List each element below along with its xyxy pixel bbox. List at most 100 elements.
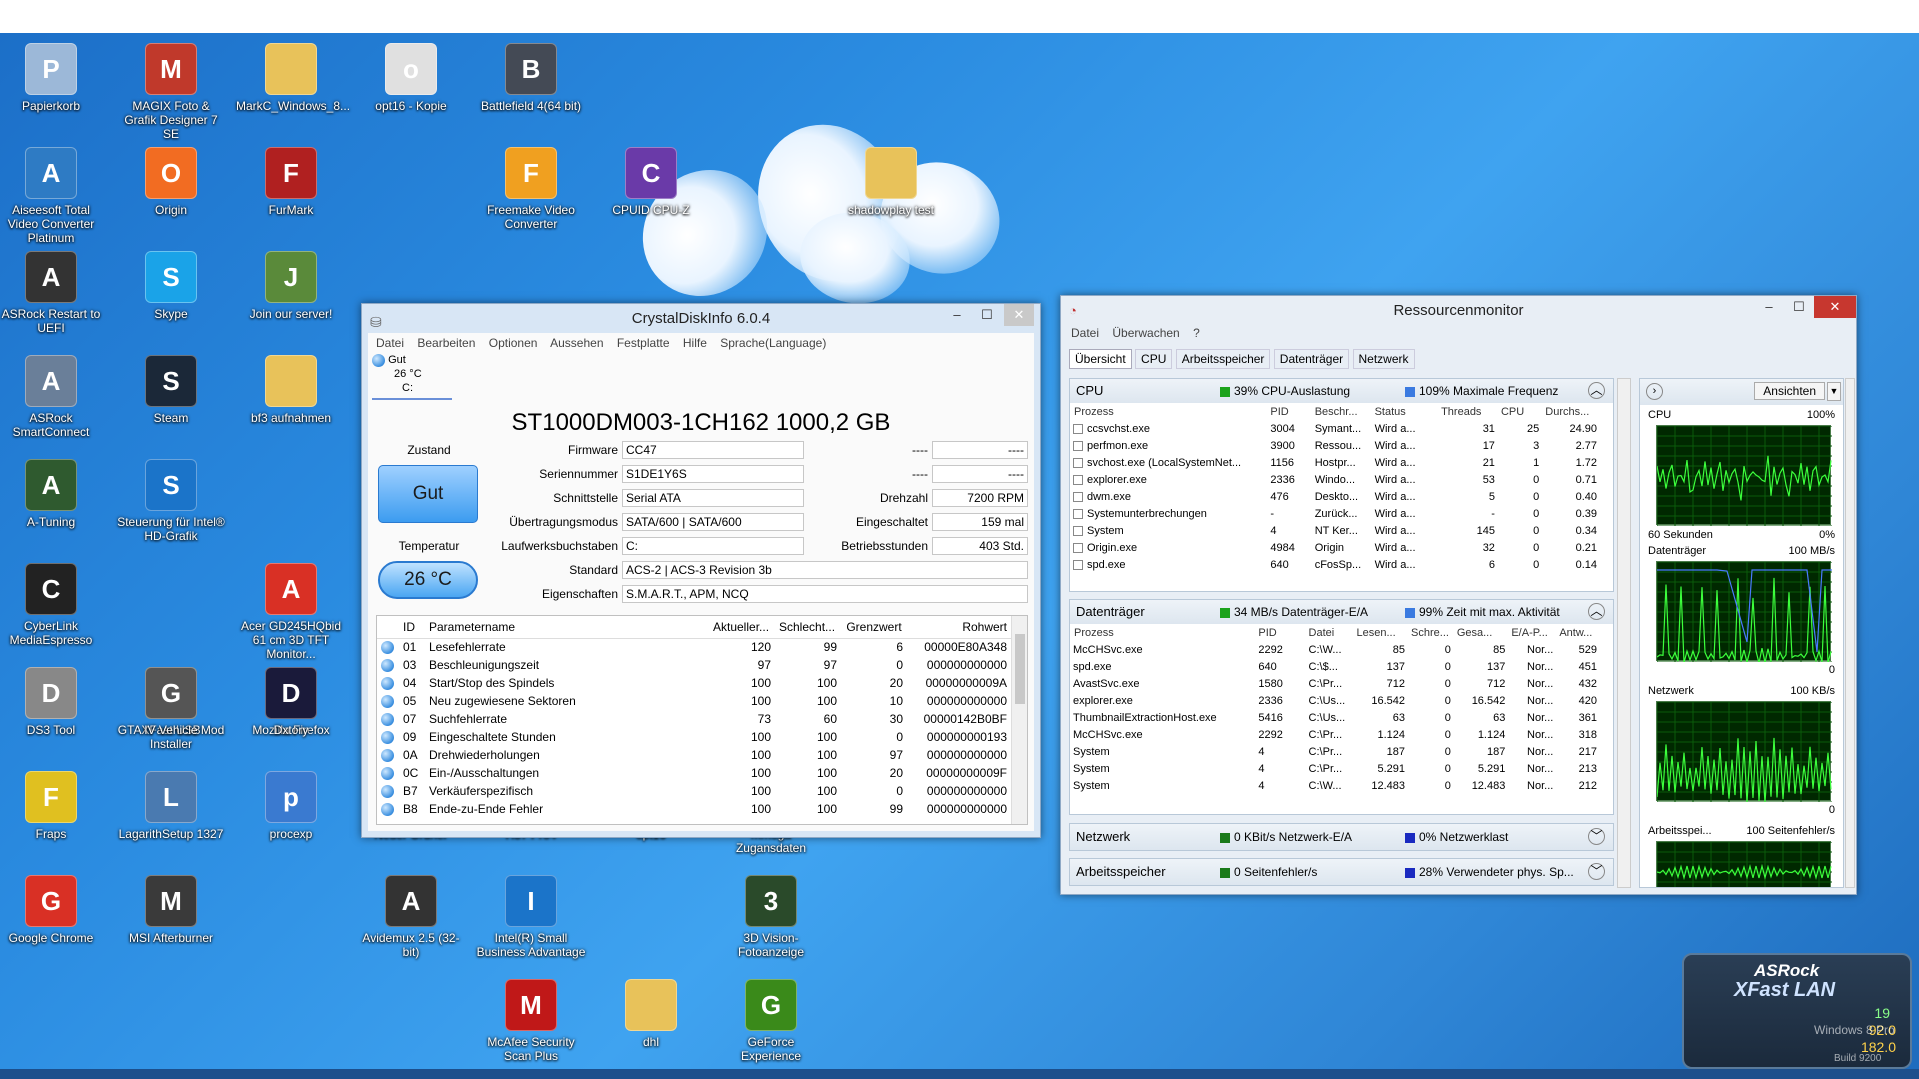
cpu-process-row[interactable]: Systemunterbrechungen - Zurück... Wird a...…: [1070, 505, 1600, 522]
desktop-icon[interactable]: S Steam: [116, 349, 226, 449]
asrock-xfast-lan-widget[interactable]: ASRock XFast LAN 19 92.0 182.0 Windows 8…: [1682, 953, 1912, 1069]
process-checkbox[interactable]: [1073, 474, 1083, 485]
disk-process-row[interactable]: spd.exe 640 C:\$... 137 0 137 Nor... 451: [1070, 658, 1600, 675]
desktop-icon[interactable]: G Google Chrome: [0, 869, 106, 969]
desktop-icon[interactable]: A ASRock SmartConnect: [0, 349, 106, 449]
crystaldiskinfo-window[interactable]: ⛁ CrystalDiskInfo 6.0.4 – ☐ ✕ Datei Bear…: [361, 303, 1041, 838]
desktop-icon[interactable]: M MSI Afterburner: [116, 869, 226, 969]
disk-process-col-header[interactable]: Datei: [1306, 624, 1354, 641]
desktop-icon[interactable]: F Fraps: [0, 765, 106, 865]
disk-process-row[interactable]: McCHSvc.exe 2292 C:\Pr... 1.124 0 1.124 Nor...…: [1070, 726, 1600, 743]
collapse-chevron-icon[interactable]: ︿: [1588, 603, 1605, 620]
menu-datei[interactable]: Datei: [376, 336, 404, 350]
memory-section[interactable]: Arbeitsspeicher 0 Seitenfehler/s 28% Ver…: [1069, 858, 1614, 886]
maximize-button[interactable]: ☐: [972, 304, 1002, 326]
cpu-process-row[interactable]: dwm.exe 476 Deskto... Wird a... 5 0 0.40: [1070, 488, 1600, 505]
desktop-icon[interactable]: 3 3D Vision-Fotoanzeige: [716, 869, 826, 969]
cpu-process-col-header[interactable]: Threads: [1438, 403, 1498, 420]
tab-netzwerk[interactable]: Netzwerk: [1352, 349, 1415, 369]
desktop-icon[interactable]: G GeForce Experience: [716, 973, 826, 1073]
desktop-icon[interactable]: A Avidemux 2.5 (32-bit): [356, 869, 466, 969]
smart-col-threshold[interactable]: Grenzwert: [841, 616, 907, 639]
smart-row[interactable]: 01 Lesefehlerrate 120 99 6 00000E80A348: [377, 638, 1011, 656]
desktop-icon[interactable]: MarkC_Windows_8...: [236, 37, 350, 137]
desktop-icon[interactable]: B Battlefield 4(64 bit): [476, 37, 586, 137]
menu-help[interactable]: ?: [1193, 326, 1200, 340]
disk-process-col-header[interactable]: E/A-P...: [1508, 624, 1556, 641]
smart-row[interactable]: 05 Neu zugewiesene Sektoren 100 100 10 000000…: [377, 692, 1011, 710]
title-bar[interactable]: ◔ Ressourcenmonitor – ☐ ✕: [1061, 296, 1856, 325]
cpu-process-row[interactable]: perfmon.exe 3900 Ressou... Wird a... 17 3 2.77: [1070, 437, 1600, 454]
desktop-icon[interactable]: L LagarithSetup 1327: [116, 765, 226, 865]
desktop-icon[interactable]: D DS3 Tool: [0, 661, 106, 761]
desktop-icon[interactable]: F Freemake Video Converter: [476, 141, 586, 241]
cpu-process-col-header[interactable]: PID: [1267, 403, 1311, 420]
desktop-icon[interactable]: A Acer GD245HQbid 61 cm 3D TFT Monitor...: [236, 557, 346, 661]
cpu-process-row[interactable]: svchost.exe (LocalSystemNet... 1156 Hostpr…: [1070, 454, 1600, 471]
cpu-process-row[interactable]: explorer.exe 2336 Windo... Wird a... 53 0 0.71: [1070, 471, 1600, 488]
maximize-button[interactable]: ☐: [1784, 296, 1814, 318]
desktop-icon[interactable]: M MAGIX Foto & Grafik Designer 7 SE: [116, 37, 226, 141]
collapse-chevron-icon[interactable]: ︿: [1588, 382, 1605, 399]
tab-uebersicht[interactable]: Übersicht: [1069, 349, 1132, 369]
disk-process-col-header[interactable]: Schre...: [1408, 624, 1454, 641]
smart-table-container[interactable]: ID Parametername Aktueller... Schlecht..…: [376, 615, 1028, 825]
desktop-icon[interactable]: M McAfee Security Scan Plus: [476, 973, 586, 1073]
minimize-button[interactable]: –: [942, 304, 972, 326]
menu-festplatte[interactable]: Festplatte: [617, 336, 670, 350]
disk-process-row[interactable]: ThumbnailExtractionHost.exe 5416 C:\Us... 6…: [1070, 709, 1600, 726]
process-checkbox[interactable]: [1073, 457, 1083, 468]
desktop-icon[interactable]: C CyberLink MediaEspresso: [0, 557, 106, 657]
process-checkbox[interactable]: [1073, 423, 1083, 434]
menu-ueberwachen[interactable]: Überwachen: [1112, 326, 1179, 340]
health-status-button[interactable]: Gut: [378, 465, 478, 523]
desktop-icon[interactable]: I Intel(R) Small Business Advantage: [476, 869, 586, 969]
close-button[interactable]: ✕: [1814, 296, 1856, 318]
disk-section-header[interactable]: Datenträger 34 MB/s Datenträger-E/A 99% …: [1070, 600, 1613, 624]
expand-chevron-icon[interactable]: ﹀: [1588, 828, 1605, 845]
smart-col-raw[interactable]: Rohwert: [907, 616, 1011, 639]
tab-cpu[interactable]: CPU: [1135, 349, 1173, 369]
menu-bearbeiten[interactable]: Bearbeiten: [417, 336, 475, 350]
disk-process-row[interactable]: System 4 C:\W... 12.483 0 12.483 Nor... 212: [1070, 777, 1600, 794]
smart-col-name[interactable]: Parametername: [425, 616, 709, 639]
expand-pane-icon[interactable]: ›: [1646, 383, 1663, 400]
menu-aussehen[interactable]: Aussehen: [550, 336, 603, 350]
smart-row[interactable]: 0A Drehwiederholungen 100 100 97 000000000000: [377, 746, 1011, 764]
desktop-icon[interactable]: A A-Tuning: [0, 453, 106, 553]
smart-col-current[interactable]: Aktueller...: [709, 616, 775, 639]
smart-row[interactable]: 07 Suchfehlerrate 73 60 30 00000142B0BF: [377, 710, 1011, 728]
disk-process-row[interactable]: AvastSvc.exe 1580 C:\Pr... 712 0 712 Nor... 432: [1070, 675, 1600, 692]
drive-selector[interactable]: Gut 26 °C C:: [372, 353, 452, 400]
desktop-icon[interactable]: A ASRock Restart to UEFI: [0, 245, 106, 345]
disk-process-col-header[interactable]: Prozess: [1070, 624, 1255, 641]
left-pane-scrollbar[interactable]: [1617, 378, 1631, 888]
desktop-icon[interactable]: bf3 aufnahmen: [236, 349, 346, 449]
disk-process-col-header[interactable]: Gesa...: [1454, 624, 1509, 641]
cpu-process-row[interactable]: Origin.exe 4984 Origin Wird a... 32 0 0.21: [1070, 539, 1600, 556]
close-button[interactable]: ✕: [1004, 304, 1034, 326]
cpu-process-col-header[interactable]: Durchs...: [1542, 403, 1600, 420]
cpu-process-col-header[interactable]: Beschr...: [1312, 403, 1372, 420]
smart-col-id[interactable]: ID: [399, 616, 425, 639]
menu-datei[interactable]: Datei: [1071, 326, 1099, 340]
process-checkbox[interactable]: [1073, 440, 1083, 451]
cpu-process-row[interactable]: ccsvchst.exe 3004 Symant... Wird a... 31 25 24…: [1070, 420, 1600, 437]
desktop-icon[interactable]: F FurMark: [236, 141, 346, 241]
desktop-icon[interactable]: O Origin: [116, 141, 226, 241]
desktop-icon[interactable]: S Steuerung für Intel® HD-Grafik: [116, 453, 226, 553]
smart-row[interactable]: B8 Ende-zu-Ende Fehler 100 100 99 00000000000…: [377, 800, 1011, 818]
process-checkbox[interactable]: [1073, 542, 1083, 553]
tab-datentraeger[interactable]: Datenträger: [1273, 349, 1350, 369]
process-checkbox[interactable]: [1073, 508, 1083, 519]
desktop-icon[interactable]: S Skype: [116, 245, 226, 345]
smart-row[interactable]: 03 Beschleunigungszeit 97 97 0 000000000000: [377, 656, 1011, 674]
cpu-process-row[interactable]: spd.exe 640 cFosSp... Wird a... 6 0 0.14: [1070, 556, 1600, 573]
temperature-badge[interactable]: 26 °C: [378, 561, 478, 599]
process-checkbox[interactable]: [1073, 525, 1083, 536]
expand-chevron-icon[interactable]: ﹀: [1588, 863, 1605, 880]
network-section[interactable]: Netzwerk 0 KBit/s Netzwerk-E/A 0% Netzwe…: [1069, 823, 1614, 851]
smart-col-worst[interactable]: Schlecht...: [775, 616, 841, 639]
disk-process-col-header[interactable]: PID: [1255, 624, 1305, 641]
disk-process-col-header[interactable]: Lesen...: [1354, 624, 1409, 641]
